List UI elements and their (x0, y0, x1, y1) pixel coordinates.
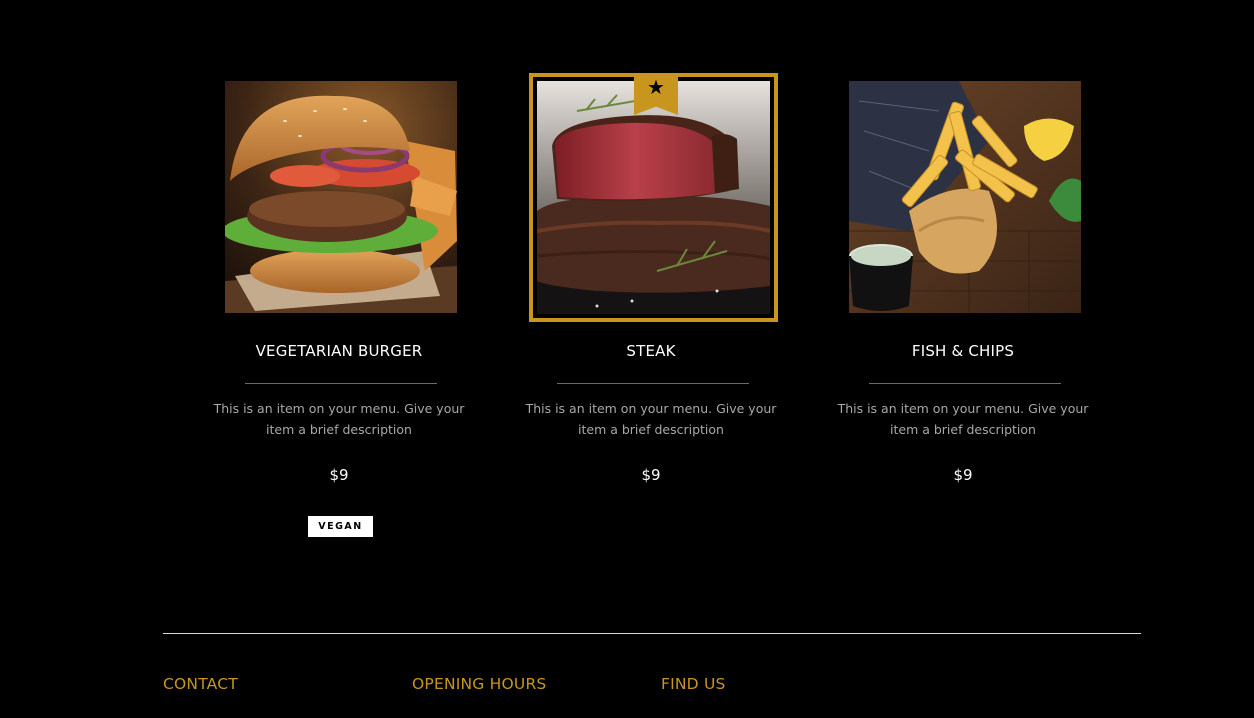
item-description-line: item a brief description (578, 422, 724, 437)
menu-items-section: VEGETARIAN BURGER This is an item on you… (0, 0, 1254, 560)
footer-heading-opening-hours: OPENING HOURS (412, 675, 547, 693)
item-description: This is an item on your menu. Give your … (833, 398, 1093, 440)
steak-image (537, 81, 770, 314)
burger-image[interactable] (225, 81, 457, 313)
item-price: $9 (953, 466, 973, 484)
item-title: VEGETARIAN BURGER (255, 342, 423, 360)
item-title: FISH & CHIPS (911, 342, 1015, 360)
star-icon: ★ (647, 77, 665, 99)
item-description-line: item a brief description (266, 422, 412, 437)
item-divider (557, 383, 749, 384)
item-price: $9 (329, 466, 349, 484)
item-divider (245, 383, 437, 384)
item-price: $9 (641, 466, 661, 484)
item-description-line: This is an item on your menu. Give your (213, 401, 465, 416)
menu-item-steak[interactable]: ★ STEAK This is an item on your menu. Gi… (521, 0, 781, 560)
footer-heading-contact: CONTACT (163, 675, 238, 693)
menu-item-vegetarian-burger[interactable]: VEGETARIAN BURGER This is an item on you… (209, 0, 469, 560)
item-title: STEAK (626, 342, 676, 360)
item-description: This is an item on your menu. Give your … (521, 398, 781, 440)
item-description-line: item a brief description (890, 422, 1036, 437)
item-description-line: This is an item on your menu. Give your (525, 401, 777, 416)
item-divider (869, 383, 1061, 384)
vegan-badge: VEGAN (308, 516, 373, 537)
fish-and-chips-image[interactable] (849, 81, 1081, 313)
steak-image-frame[interactable]: ★ (529, 73, 778, 322)
footer-divider (163, 633, 1141, 634)
item-description: This is an item on your menu. Give your … (209, 398, 469, 440)
footer-heading-find-us: FIND US (661, 675, 726, 693)
item-description-line: This is an item on your menu. Give your (837, 401, 1089, 416)
menu-item-fish-and-chips[interactable]: FISH & CHIPS This is an item on your men… (833, 0, 1093, 560)
